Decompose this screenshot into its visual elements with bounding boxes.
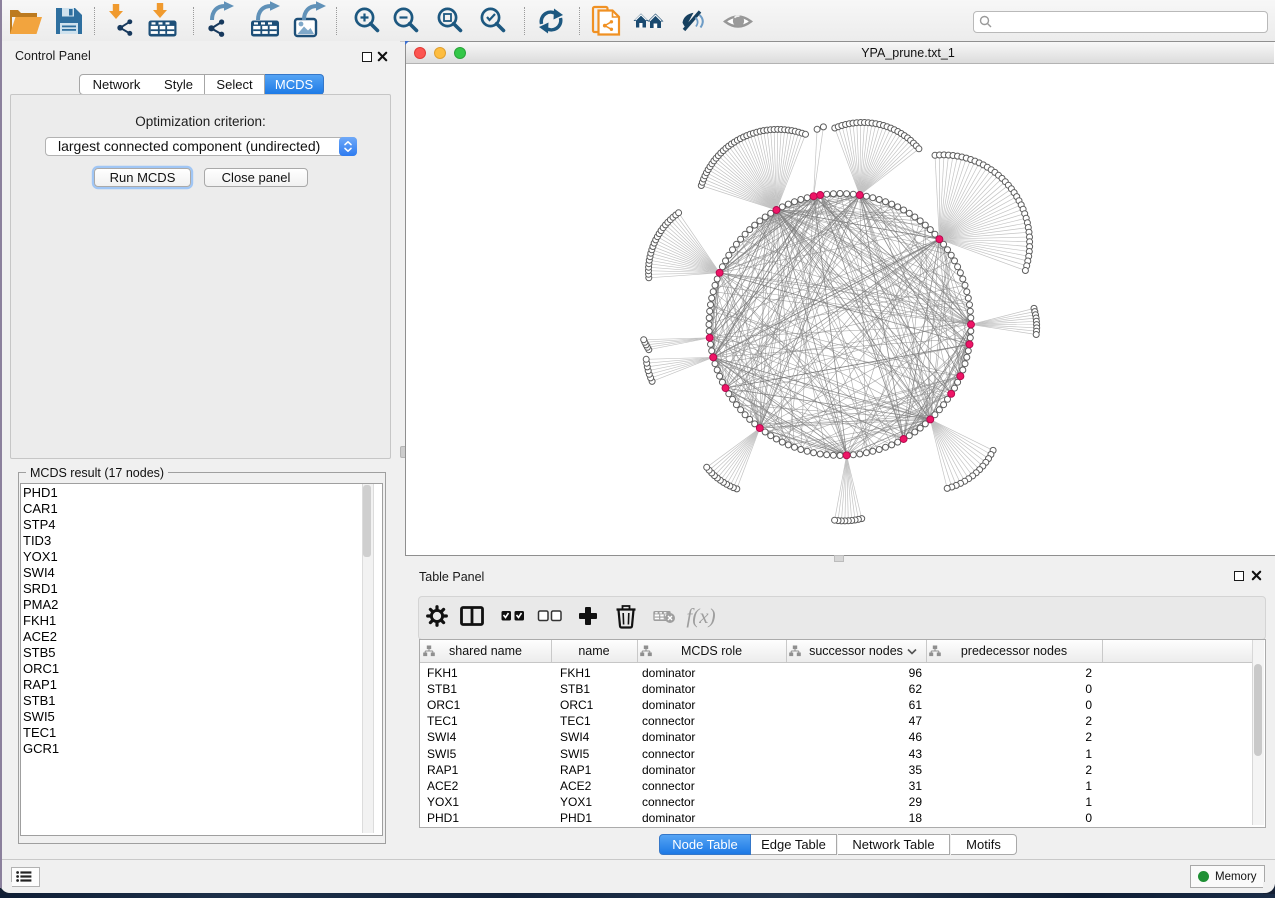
svg-text:f(x): f(x): [686, 604, 715, 628]
